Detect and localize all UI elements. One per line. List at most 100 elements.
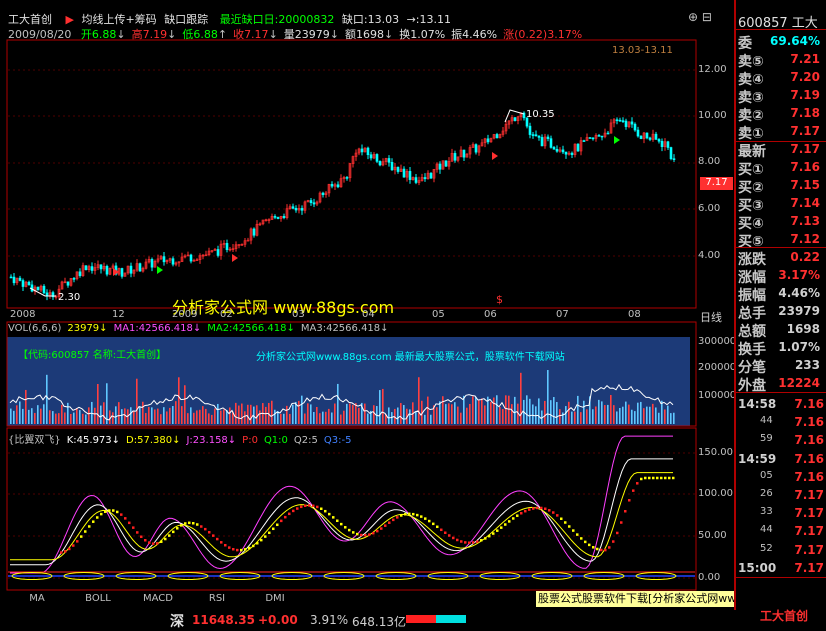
trail-dot (152, 542, 155, 545)
trail-dot (364, 533, 367, 537)
volume-bar (34, 412, 36, 424)
trail-dot (72, 544, 75, 547)
menu-gap-track[interactable]: 缺口跟踪 (164, 13, 208, 26)
volume-bar (196, 410, 198, 424)
tab-macd[interactable]: MACD (138, 593, 178, 607)
quote-arrow: ↓ (167, 28, 177, 41)
volume-bar (220, 410, 222, 424)
trail-dot (268, 531, 271, 535)
candle-body (654, 133, 658, 140)
volume-bar (484, 405, 486, 424)
volume-bar (346, 403, 348, 424)
trail-dot (536, 506, 539, 510)
tab-boll[interactable]: BOLL (78, 593, 118, 607)
candle-body (624, 120, 628, 127)
status-market: 深 (170, 614, 184, 630)
candle-body (582, 140, 586, 142)
candle-body (336, 184, 340, 188)
indicator-chart[interactable] (6, 427, 697, 591)
tab-ma[interactable]: MA (20, 593, 54, 607)
candle-body (18, 277, 22, 281)
trail-dot (512, 517, 515, 520)
trail-dot (332, 516, 335, 519)
trail-dot (228, 546, 231, 549)
window-controls[interactable]: ⊕ ⊟ (688, 10, 712, 24)
candle-body (537, 135, 541, 138)
trail-dot (608, 546, 611, 549)
trail-dot (660, 476, 663, 480)
tick-price: 7.16 (794, 433, 824, 448)
trail-dot (460, 540, 463, 543)
sell-label: 卖③ (738, 90, 764, 106)
volume-bar (565, 406, 567, 424)
stat-value: 3.17% (778, 268, 820, 282)
volume-bar (355, 403, 357, 424)
trail-dot (532, 507, 535, 510)
volume-bar (235, 402, 237, 424)
header-row-2: 2009/08/20 开6.88↓ 高7.19↓ 低6.88↑ 收7.17↓ 量2397… (8, 26, 582, 42)
volume-bar (586, 409, 588, 424)
tab-dmi[interactable]: DMI (258, 593, 292, 607)
indicator-legend: {比翼双飞} K:45.973↓ D:57.380↓ J:23.158↓ P:0 Q1:0… (8, 431, 357, 446)
trail-dot (672, 476, 675, 480)
trail-dot (380, 527, 383, 530)
latest-label: 最新 (738, 144, 766, 160)
trail-dot (140, 535, 143, 539)
trail-dot (456, 538, 459, 542)
candle-body (291, 206, 295, 209)
candle-body (42, 285, 46, 294)
price-chart[interactable] (6, 39, 697, 309)
volume-bar (439, 401, 441, 424)
trail-dot (248, 546, 251, 550)
expand-icon[interactable]: ⊕ (688, 10, 698, 24)
volume-bar (499, 407, 501, 424)
volume-bar (580, 412, 582, 424)
trail-dot (640, 477, 643, 481)
scale-mode[interactable]: 日线 (700, 309, 722, 325)
sell-price: 7.18 (790, 106, 820, 120)
status-change: +0.00 (258, 613, 298, 627)
buy-label: 买③ (738, 198, 764, 214)
y-tick-label: 50.00 (698, 530, 727, 541)
volume-bar (514, 396, 516, 424)
trail-dot (644, 476, 647, 480)
tab-rsi[interactable]: RSI (200, 593, 234, 607)
volume-bar (169, 407, 171, 424)
trail-dot (356, 532, 359, 536)
volume-bar (85, 414, 87, 424)
volume-bar (112, 412, 114, 424)
volume-bar (550, 400, 552, 424)
volume-bar (283, 413, 285, 424)
trail-dot (368, 533, 371, 536)
trail-dot (112, 509, 115, 512)
volume-bar (634, 411, 636, 424)
buy-label: 买① (738, 162, 764, 178)
sell-row: 卖② 7.18 (736, 105, 826, 124)
volume-bar (145, 413, 147, 424)
candle-body (414, 177, 418, 183)
trail-dot (220, 541, 223, 544)
volume-bar (241, 403, 243, 424)
legend-item: D:57.380↓ (126, 435, 181, 446)
volume-bar (223, 409, 225, 424)
triangle-right-icon[interactable]: ▶ (66, 13, 74, 26)
volume-bar (61, 404, 63, 424)
volume-bar (670, 413, 672, 424)
volume-bar (607, 404, 609, 424)
volume-bar (481, 398, 483, 424)
menu-ma-chip[interactable]: 均线上传+筹码 (81, 13, 156, 26)
candle-body (321, 192, 325, 195)
volume-chart[interactable] (6, 321, 697, 427)
candle-body (276, 217, 280, 219)
volume-bar (349, 403, 351, 424)
volume-bar (88, 407, 90, 424)
tick-time: 44 (760, 524, 773, 536)
legend-item: VOL(6,6,6) (8, 323, 62, 334)
trail-dot (320, 507, 323, 511)
volume-bar (610, 395, 612, 424)
panel-icon[interactable]: ⊟ (702, 10, 712, 24)
volume-bar (310, 404, 312, 424)
volume-bar (10, 408, 12, 424)
trail-dot (136, 531, 139, 534)
stat-row: 外盘 12224 (736, 375, 826, 394)
